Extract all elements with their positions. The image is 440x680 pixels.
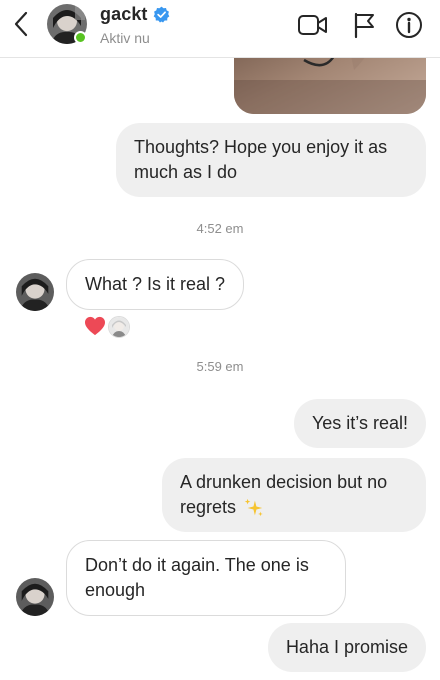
message-bubble-outgoing[interactable]: A drunken decision but no regrets bbox=[162, 458, 426, 532]
flag-icon bbox=[354, 12, 374, 39]
contact-name[interactable]: gackt bbox=[100, 4, 148, 25]
online-status-dot bbox=[74, 31, 87, 44]
message-bubble-outgoing[interactable]: Thoughts? Hope you enjoy it as much as I… bbox=[116, 123, 426, 197]
message-bubble-incoming[interactable]: Don’t do it again. The one is enough bbox=[66, 540, 346, 616]
active-status: Aktiv nu bbox=[100, 30, 150, 46]
contact-name-row[interactable]: gackt bbox=[100, 4, 170, 25]
message-text: Thoughts? Hope you enjoy it as much as I… bbox=[134, 137, 388, 182]
back-button[interactable] bbox=[6, 6, 36, 42]
verified-badge-icon bbox=[153, 6, 169, 23]
info-button[interactable] bbox=[394, 8, 424, 42]
video-camera-icon bbox=[298, 15, 327, 35]
message-bubble-outgoing[interactable]: Haha I promise bbox=[267, 623, 426, 672]
message-text: Yes it’s real! bbox=[311, 413, 408, 433]
message-text: What ? Is it real ? bbox=[85, 274, 226, 294]
timestamp: 4:52 em bbox=[196, 221, 244, 236]
sparkles-icon bbox=[244, 499, 263, 517]
chat-header: gackt Aktiv nu bbox=[0, 0, 440, 58]
message-text: Don’t do it again. The one is enough bbox=[85, 555, 309, 600]
avatar[interactable] bbox=[16, 273, 54, 311]
reactor-avatar[interactable] bbox=[108, 316, 130, 338]
avatar[interactable] bbox=[16, 578, 54, 616]
message-text: Haha I promise bbox=[285, 637, 408, 657]
report-button[interactable] bbox=[350, 8, 378, 42]
video-call-button[interactable] bbox=[296, 8, 330, 42]
message-text: A drunken decision but no regrets bbox=[180, 472, 388, 517]
message-bubble-incoming[interactable]: What ? Is it real ? bbox=[66, 259, 245, 310]
back-chevron-icon bbox=[14, 11, 28, 37]
timestamp: 5:59 em bbox=[196, 359, 244, 374]
message-bubble-outgoing[interactable]: Yes it’s real! bbox=[293, 399, 426, 448]
info-icon bbox=[396, 12, 422, 38]
heart-reaction-icon[interactable] bbox=[84, 316, 106, 336]
